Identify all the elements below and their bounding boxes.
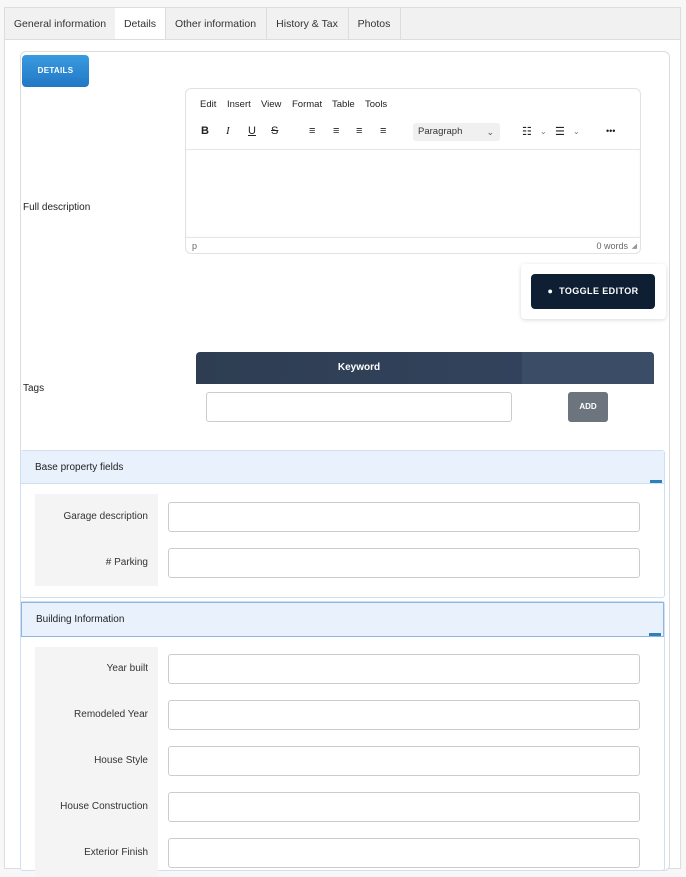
toggle-editor-label: TOGGLE EDITOR (559, 286, 639, 296)
numbered-list-icon[interactable]: ☰ (555, 125, 565, 138)
word-count[interactable]: 0 words (596, 241, 628, 251)
italic-icon[interactable]: I (226, 125, 230, 137)
more-icon[interactable]: ••• (606, 126, 615, 136)
menu-format[interactable]: Format (292, 99, 322, 110)
menu-insert[interactable]: Insert (227, 99, 251, 110)
menu-edit[interactable]: Edit (200, 99, 216, 110)
tags-label: Tags (23, 383, 45, 394)
bold-icon[interactable]: B (201, 125, 209, 137)
year-built-label: Year built (106, 663, 148, 674)
element-path[interactable]: p (192, 241, 197, 251)
menu-tools[interactable]: Tools (365, 99, 387, 110)
underline-icon[interactable]: U (248, 125, 256, 137)
block-format-select[interactable]: Paragraph ⌄ (413, 123, 500, 141)
collapse-icon[interactable] (650, 480, 662, 483)
house-style-label: House Style (94, 755, 148, 766)
bullet-list-icon[interactable]: ☷ (522, 125, 532, 138)
house-construction-label: House Construction (60, 801, 148, 812)
section-title: Base property fields (35, 462, 124, 473)
tab-general-information[interactable]: General information (5, 8, 116, 40)
remodeled-year-label: Remodeled Year (74, 709, 148, 720)
eye-icon: ● (547, 286, 554, 296)
garage-description-label: Garage description (63, 511, 149, 522)
chevron-down-icon[interactable]: ⌄ (573, 127, 580, 136)
section-header[interactable]: Base property fields (21, 451, 664, 484)
keyword-input[interactable] (206, 392, 512, 422)
tab-details[interactable]: Details (115, 8, 166, 43)
tab-bar: General information Details Other inform… (4, 7, 681, 43)
toggle-editor-button[interactable]: ● TOGGLE EDITOR (531, 274, 655, 309)
editor-statusbar: p 0 words ◢ (186, 237, 640, 255)
keyword-column-header: Keyword (337, 362, 381, 373)
align-left-icon[interactable]: ≡ (309, 125, 315, 137)
house-style-input[interactable] (168, 746, 640, 776)
chevron-down-icon: ⌄ (486, 127, 494, 137)
parking-input[interactable] (168, 548, 640, 578)
keyword-table-header: Keyword (196, 352, 654, 384)
editor-content-area[interactable] (186, 149, 640, 238)
label-column (35, 494, 158, 586)
rich-text-editor: Edit Insert View Format Table Tools B I … (185, 88, 641, 254)
align-center-icon[interactable]: ≡ (333, 125, 339, 137)
building-information-section: Building Information Year built Remodele… (20, 601, 665, 877)
section-title: Building Information (36, 614, 125, 625)
base-property-section: Base property fields Garage description … (20, 450, 665, 598)
tab-photos[interactable]: Photos (348, 8, 401, 40)
menu-table[interactable]: Table (332, 99, 355, 110)
garage-description-input[interactable] (168, 502, 640, 532)
remodeled-year-input[interactable] (168, 700, 640, 730)
add-button[interactable]: ADD (568, 392, 608, 422)
chevron-down-icon[interactable]: ⌄ (540, 127, 547, 136)
details-button[interactable]: DETAILS (22, 55, 89, 87)
parking-label: # Parking (105, 557, 148, 568)
block-format-value: Paragraph (418, 126, 463, 137)
exterior-finish-label: Exterior Finish (84, 847, 148, 858)
collapse-icon[interactable] (649, 633, 661, 636)
resize-handle-icon[interactable]: ◢ (632, 242, 637, 250)
exterior-finish-input[interactable] (168, 838, 640, 868)
tab-other-information[interactable]: Other information (165, 8, 267, 40)
section-header[interactable]: Building Information (21, 602, 664, 637)
toggle-editor-container: ● TOGGLE EDITOR (521, 264, 666, 319)
justify-icon[interactable]: ≡ (380, 125, 386, 137)
full-description-label: Full description (23, 202, 91, 213)
align-right-icon[interactable]: ≡ (356, 125, 362, 137)
action-column-header (522, 352, 654, 384)
strikethrough-icon[interactable]: S (271, 125, 278, 137)
tab-history-tax[interactable]: History & Tax (266, 8, 349, 40)
menu-view[interactable]: View (261, 99, 281, 110)
house-construction-input[interactable] (168, 792, 640, 822)
year-built-input[interactable] (168, 654, 640, 684)
